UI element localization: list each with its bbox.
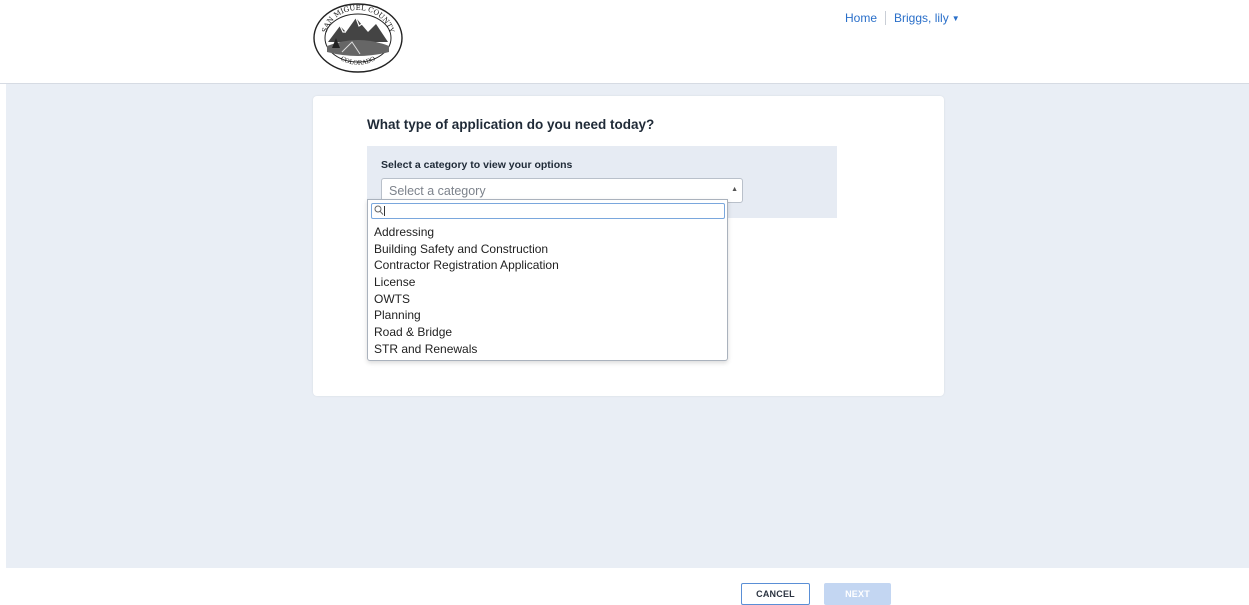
category-option[interactable]: Contractor Registration Application	[368, 257, 727, 274]
category-select-placeholder: Select a category	[389, 184, 486, 198]
category-option[interactable]: Road & Bridge	[368, 324, 727, 341]
text-cursor	[384, 206, 385, 216]
category-option[interactable]: Addressing	[368, 224, 727, 241]
caret-up-icon: ▲	[731, 186, 738, 193]
home-link[interactable]: Home	[845, 11, 877, 25]
footer-bar	[0, 568, 1249, 602]
category-option[interactable]: STR and Renewals	[368, 341, 727, 358]
dropdown-search-input[interactable]	[371, 203, 725, 219]
category-options: Addressing Building Safety and Construct…	[368, 224, 727, 358]
caret-down-icon: ▼	[951, 13, 960, 23]
category-label: Select a category to view your options	[381, 159, 573, 171]
county-seal-logo: SAN MIGUEL COUNTY COLORADO	[313, 3, 403, 73]
category-option[interactable]: Building Safety and Construction	[368, 241, 727, 258]
user-name: Briggs, lily	[894, 11, 949, 25]
category-option[interactable]: License	[368, 274, 727, 291]
page-title: What type of application do you need tod…	[367, 117, 655, 132]
user-menu[interactable]: Briggs, lily ▼	[894, 11, 960, 25]
category-option[interactable]: Planning	[368, 307, 727, 324]
nav-divider	[885, 11, 887, 25]
search-icon	[374, 205, 384, 215]
category-dropdown: Addressing Building Safety and Construct…	[367, 199, 728, 361]
category-option[interactable]: OWTS	[368, 291, 727, 308]
header: SAN MIGUEL COUNTY COLORADO Home Briggs, …	[0, 0, 1249, 84]
top-nav: Home Briggs, lily ▼	[845, 11, 960, 25]
